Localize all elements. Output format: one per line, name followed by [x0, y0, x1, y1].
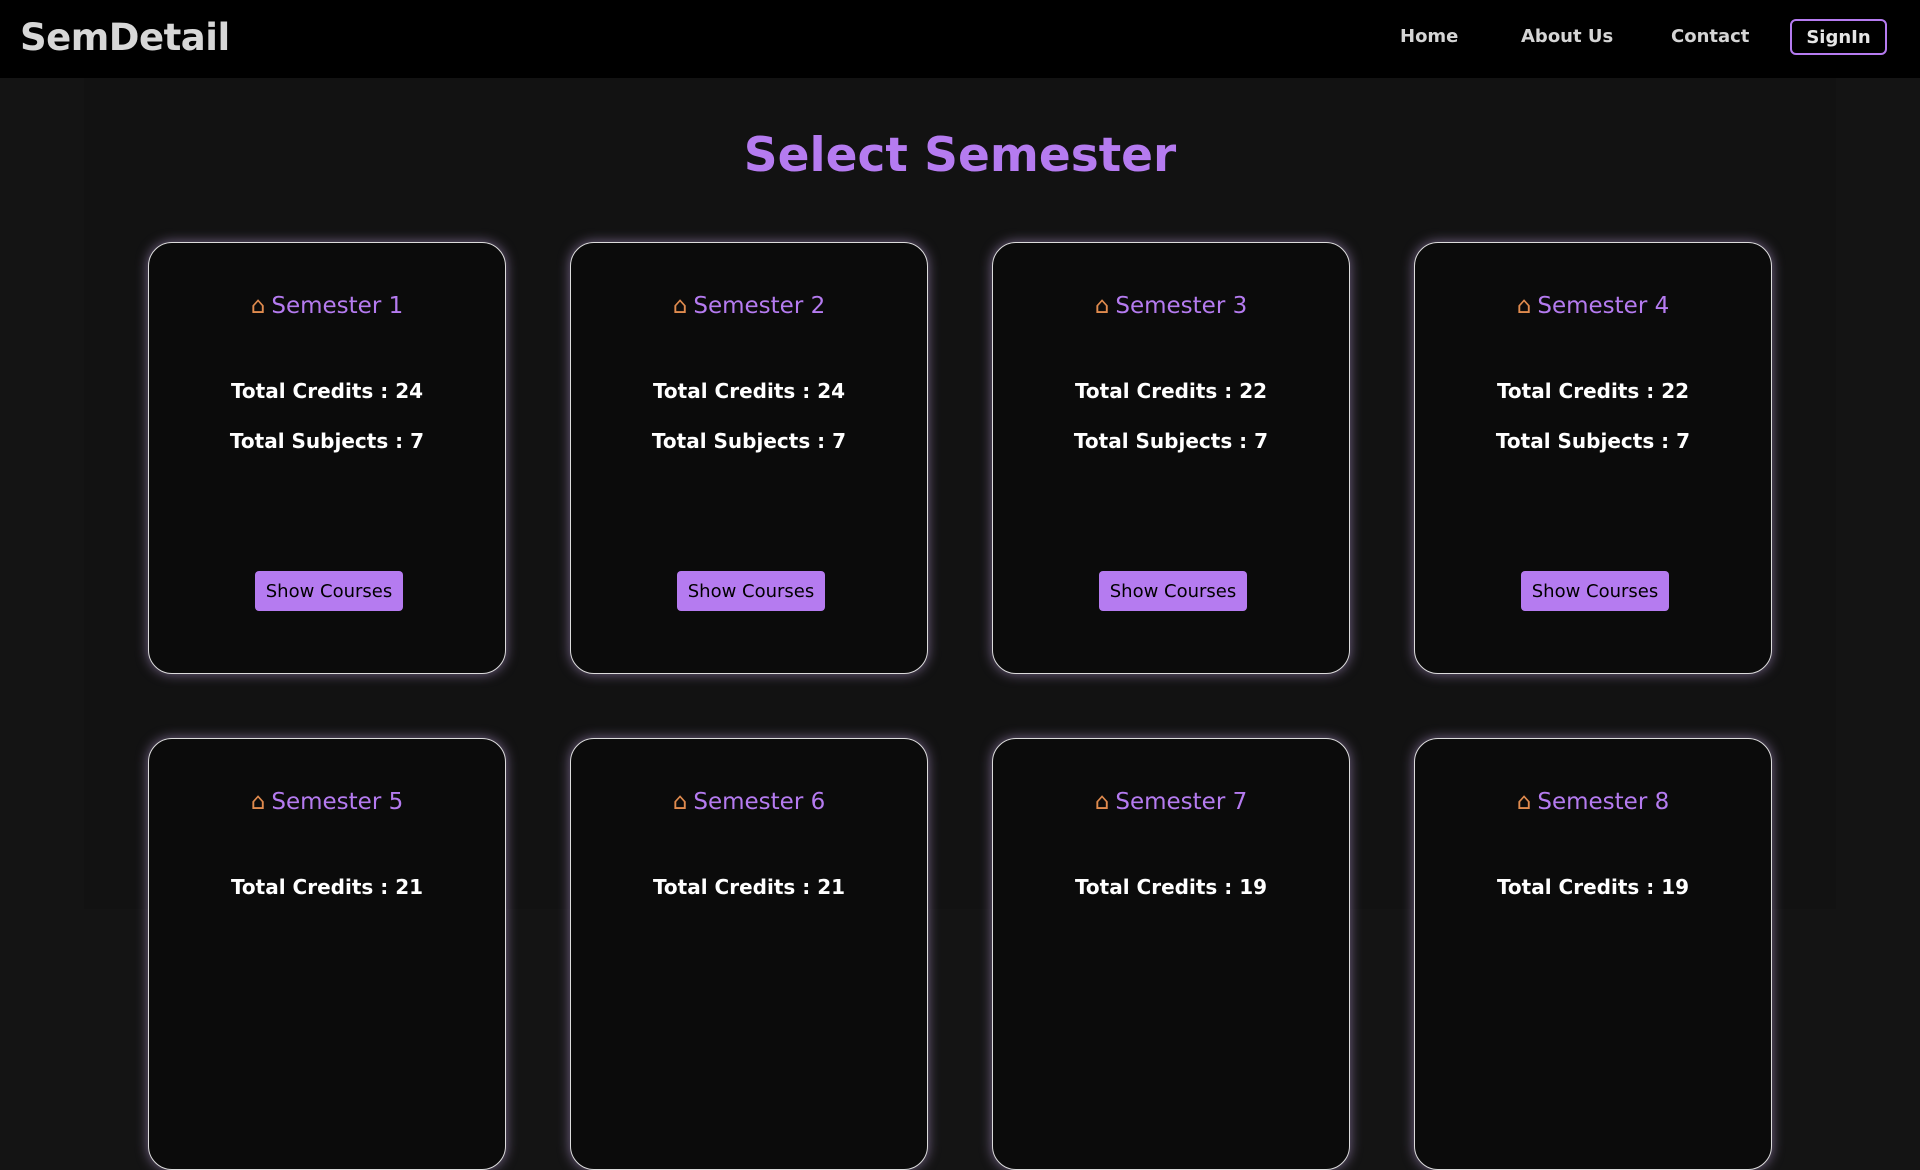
house-icon: ⌂: [1094, 789, 1110, 815]
semester-card-5: ⌂ Semester 5 Total Credits : 21: [148, 738, 506, 1170]
show-courses-button[interactable]: Show Courses: [677, 571, 825, 611]
house-icon: ⌂: [250, 293, 266, 319]
semester-title-label: Semester 7: [1115, 789, 1248, 815]
semester-title[interactable]: ⌂ Semester 5: [149, 789, 505, 815]
total-credits: Total Credits : 19: [1074, 875, 1268, 899]
semester-title-label: Semester 8: [1537, 789, 1670, 815]
total-credits: Total Credits : 22: [1496, 379, 1690, 403]
total-credits: Total Credits : 19: [1496, 875, 1690, 899]
semester-title[interactable]: ⌂ Semester 3: [993, 293, 1349, 319]
semester-title[interactable]: ⌂ Semester 8: [1415, 789, 1771, 815]
total-subjects: Total Subjects : 7: [1073, 429, 1269, 453]
navbar: SemDetail Home About Us Contact SignIn: [0, 0, 1920, 78]
nav-link-home[interactable]: Home: [1400, 26, 1458, 47]
brand-logo[interactable]: SemDetail: [20, 16, 230, 59]
house-icon: ⌂: [1516, 293, 1532, 319]
nav-link-contact[interactable]: Contact: [1671, 26, 1749, 47]
house-icon: ⌂: [672, 789, 688, 815]
house-icon: ⌂: [1516, 789, 1532, 815]
house-icon: ⌂: [1094, 293, 1110, 319]
semester-card-6: ⌂ Semester 6 Total Credits : 21: [570, 738, 928, 1170]
semester-title[interactable]: ⌂ Semester 6: [571, 789, 927, 815]
semester-title[interactable]: ⌂ Semester 2: [571, 293, 927, 319]
semester-title-label: Semester 1: [271, 293, 404, 319]
semester-title[interactable]: ⌂ Semester 7: [993, 789, 1349, 815]
total-credits: Total Credits : 24: [230, 379, 424, 403]
total-credits: Total Credits : 24: [652, 379, 846, 403]
total-credits: Total Credits : 22: [1074, 379, 1268, 403]
semester-title-label: Semester 2: [693, 293, 826, 319]
page-title: Select Semester: [743, 128, 1177, 183]
semester-card-1: ⌂ Semester 1 Total Credits : 24 Total Sub…: [148, 242, 506, 674]
total-credits: Total Credits : 21: [652, 875, 846, 899]
house-icon: ⌂: [250, 789, 266, 815]
semester-card-2: ⌂ Semester 2 Total Credits : 24 Total Sub…: [570, 242, 928, 674]
house-icon: ⌂: [672, 293, 688, 319]
semester-card-3: ⌂ Semester 3 Total Credits : 22 Total Sub…: [992, 242, 1350, 674]
total-credits: Total Credits : 21: [230, 875, 424, 899]
semester-title-label: Semester 4: [1537, 293, 1670, 319]
total-subjects: Total Subjects : 7: [229, 429, 425, 453]
semester-card-4: ⌂ Semester 4 Total Credits : 22 Total Sub…: [1414, 242, 1772, 674]
total-subjects: Total Subjects : 7: [1495, 429, 1691, 453]
semester-title-label: Semester 5: [271, 789, 404, 815]
nav-link-about-us[interactable]: About Us: [1521, 26, 1613, 47]
semester-title-label: Semester 6: [693, 789, 826, 815]
semester-card-7: ⌂ Semester 7 Total Credits : 19: [992, 738, 1350, 1170]
semester-title[interactable]: ⌂ Semester 4: [1415, 293, 1771, 319]
semester-card-8: ⌂ Semester 8 Total Credits : 19: [1414, 738, 1772, 1170]
total-subjects: Total Subjects : 7: [651, 429, 847, 453]
signin-button[interactable]: SignIn: [1790, 19, 1887, 55]
show-courses-button[interactable]: Show Courses: [1099, 571, 1247, 611]
semester-title-label: Semester 3: [1115, 293, 1248, 319]
show-courses-button[interactable]: Show Courses: [1521, 571, 1669, 611]
semester-title[interactable]: ⌂ Semester 1: [149, 293, 505, 319]
show-courses-button[interactable]: Show Courses: [255, 571, 403, 611]
